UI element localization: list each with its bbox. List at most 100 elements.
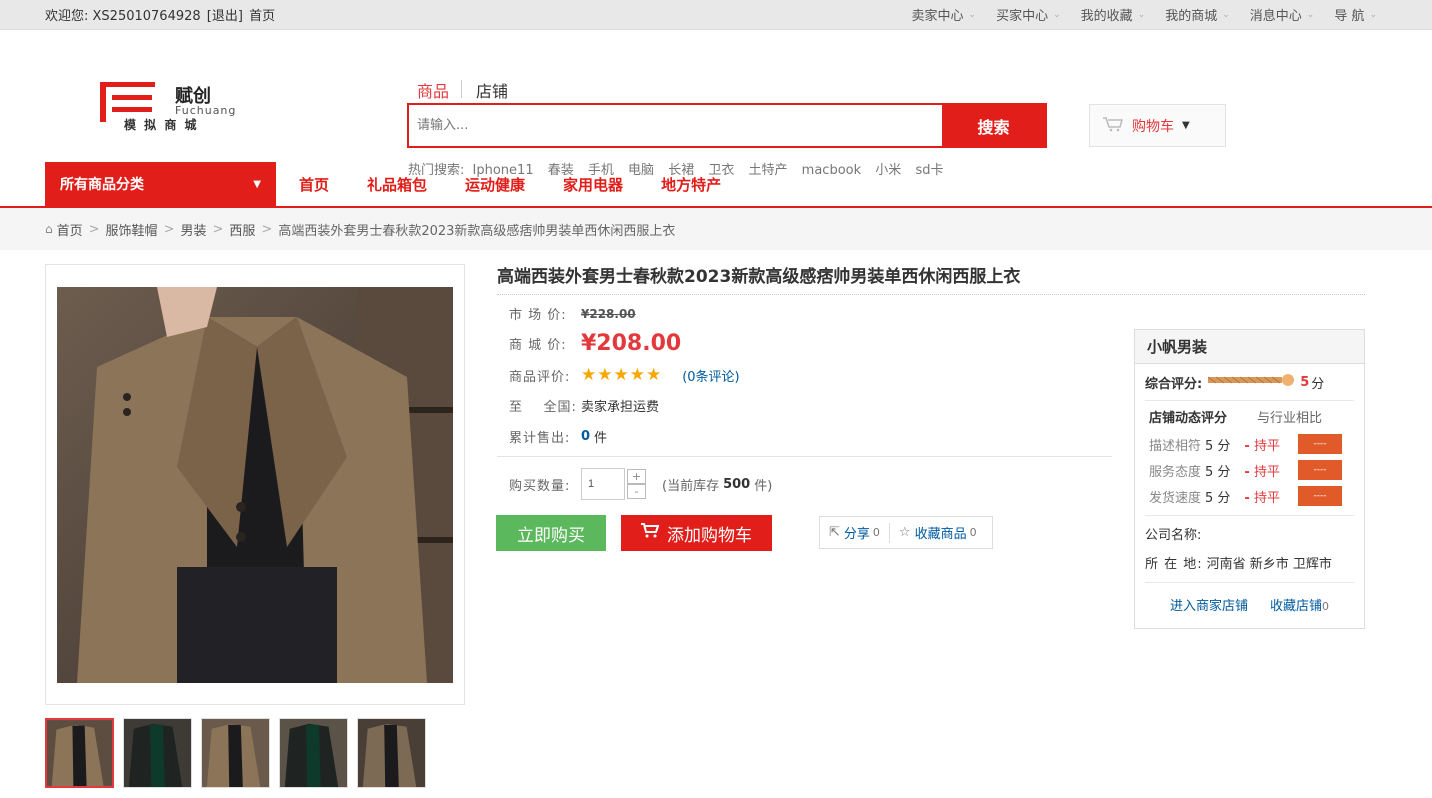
- header: 赋创 Fuchuang 模 拟 商 城 商品 店铺 搜索 热门搜索: Iphon…: [0, 30, 1432, 178]
- search-input[interactable]: [409, 105, 942, 146]
- my-mall-menu[interactable]: 我的商城 ⌄: [1155, 5, 1240, 24]
- market-price-value: ¥228.00: [581, 306, 636, 321]
- star-outline-icon: ☆: [898, 525, 911, 540]
- nav-link-gift-bags[interactable]: 礼品箱包: [367, 174, 427, 195]
- thumbnail[interactable]: [45, 718, 114, 788]
- share-icon: ⇱: [829, 525, 840, 540]
- quantity-label: 购买数量:: [509, 478, 571, 494]
- stock-prefix: (当前库存: [662, 478, 720, 494]
- seller-center-menu[interactable]: 卖家中心 ⌄: [902, 5, 987, 24]
- compare-bar: ----: [1297, 486, 1342, 506]
- all-categories-button[interactable]: 所有商品分类 ▼: [45, 162, 276, 206]
- add-to-cart-label: 添加购物车: [667, 525, 752, 546]
- nav-link-local-specialty[interactable]: 地方特产: [661, 174, 721, 195]
- home-icon: ⌂: [45, 222, 53, 236]
- dynamic-score-title: 店铺动态评分: [1149, 410, 1228, 426]
- welcome-text: 欢迎您: XS25010764928: [45, 9, 201, 24]
- shop-links: 进入商家店铺 收藏店铺0: [1135, 583, 1364, 625]
- trend-flat: - 持平: [1244, 490, 1280, 506]
- nav-link-home[interactable]: 首页: [299, 174, 329, 195]
- rating-bar-icon: [1207, 373, 1296, 391]
- enter-shop-link[interactable]: 进入商家店铺: [1170, 595, 1248, 614]
- cart-icon: [1102, 116, 1124, 136]
- sold-row: 累计售出: 0 件: [509, 427, 607, 446]
- overall-score-value: 5: [1300, 374, 1310, 390]
- decrement-button[interactable]: -: [627, 484, 646, 499]
- breadcrumb-item[interactable]: 男装: [180, 220, 206, 239]
- welcome-area: 欢迎您: XS25010764928 [退出] 首页: [45, 5, 277, 24]
- breadcrumb-item[interactable]: 西服: [229, 220, 255, 239]
- increment-button[interactable]: +: [627, 469, 646, 484]
- score-row-shipping: 发货速度 5 分 - 持平 ----: [1135, 483, 1364, 509]
- industry-compare-title: 与行业相比: [1257, 410, 1323, 426]
- cart-button[interactable]: 购物车 ▼: [1089, 104, 1226, 147]
- score-label: 发货速度: [1149, 490, 1202, 506]
- tab-shop[interactable]: 店铺: [476, 78, 520, 102]
- favorite-product-button[interactable]: ☆ 收藏商品 0: [890, 523, 986, 542]
- navigation-menu[interactable]: 导 航 ⌄: [1324, 5, 1387, 24]
- breadcrumb-item[interactable]: 首页: [57, 220, 83, 239]
- breadcrumb-item[interactable]: 服饰鞋帽: [106, 220, 158, 239]
- rating-row: 商品评价: ★★★★★ (0条评论): [509, 365, 740, 385]
- tab-goods[interactable]: 商品: [417, 78, 461, 102]
- add-to-cart-button[interactable]: 添加购物车: [621, 515, 772, 551]
- compare-bar: ----: [1297, 460, 1342, 480]
- buy-now-button[interactable]: 立即购买: [496, 515, 606, 551]
- shop-name[interactable]: 小帆男装: [1135, 330, 1364, 364]
- top-bar: 欢迎您: XS25010764928 [退出] 首页 卖家中心 ⌄ 买家中心 ⌄ 我…: [0, 0, 1432, 30]
- shipping-row: 至 全国: 卖家承担运费: [509, 396, 659, 415]
- favorite-shop-link[interactable]: 收藏店铺0: [1270, 595, 1329, 614]
- score-value: 5 分: [1205, 438, 1231, 454]
- score-row-service: 服务态度 5 分 - 持平 ----: [1135, 457, 1364, 483]
- quantity-input[interactable]: [581, 468, 625, 500]
- thumbnail[interactable]: [279, 718, 348, 788]
- market-price-label: 市 场 价:: [509, 308, 567, 323]
- search-button[interactable]: 搜索: [942, 105, 1045, 146]
- mall-price-row: 商 城 价: ¥208.00: [509, 331, 681, 356]
- product-main-image[interactable]: [57, 286, 453, 683]
- overall-score-row: 综合评分: 5 分: [1135, 364, 1364, 400]
- sold-label: 累计售出:: [509, 431, 571, 446]
- shipping-value: 卖家承担运费: [581, 400, 660, 415]
- breadcrumb-separator: >: [163, 221, 175, 237]
- stock-value: 500: [723, 476, 751, 492]
- thumbnail[interactable]: [123, 718, 192, 788]
- home-link[interactable]: 首页: [249, 9, 275, 24]
- overall-score-label: 综合评分:: [1145, 376, 1203, 392]
- score-label: 服务态度: [1149, 464, 1202, 480]
- logout-link[interactable]: [退出]: [207, 9, 243, 24]
- chevron-down-icon: ⌄: [1306, 9, 1315, 20]
- breadcrumb-separator: >: [88, 221, 100, 237]
- chevron-down-icon: ⌄: [968, 9, 977, 20]
- my-favorites-menu[interactable]: 我的收藏 ⌄: [1071, 5, 1156, 24]
- site-logo[interactable]: 赋创 Fuchuang 模 拟 商 城: [100, 80, 270, 140]
- message-center-menu[interactable]: 消息中心 ⌄: [1240, 5, 1325, 24]
- thumbnail[interactable]: [357, 718, 426, 788]
- share-label: 分享: [843, 527, 870, 542]
- score-label: 描述相符: [1149, 438, 1202, 454]
- nav-link-appliances[interactable]: 家用电器: [563, 174, 623, 195]
- breadcrumb-separator: >: [261, 221, 273, 237]
- share-button[interactable]: ⇱ 分享 0: [820, 523, 889, 542]
- company-row: 公司名称:: [1135, 516, 1364, 550]
- dynamic-score-header: 店铺动态评分 与行业相比: [1135, 401, 1364, 431]
- trend-flat: - 持平: [1244, 438, 1280, 454]
- reviews-link[interactable]: (0条评论): [682, 366, 739, 385]
- star-rating-icon: ★★★★★: [581, 365, 663, 385]
- breadcrumb: ⌂ 首页 > 服饰鞋帽 > 男装 > 西服 > 高端西装外套男士春秋款2023新…: [0, 208, 1432, 250]
- shipping-label: 至 全国:: [509, 400, 577, 415]
- product-image-frame: [45, 264, 465, 705]
- chevron-down-icon: ⌄: [1369, 9, 1377, 20]
- quantity-row: 购买数量: + - (当前库存 500 件): [509, 468, 772, 500]
- quantity-stepper: + -: [627, 469, 646, 499]
- nav-link-sports-health[interactable]: 运动健康: [465, 174, 525, 195]
- main-nav: 所有商品分类 ▼ 首页 礼品箱包 运动健康 家用电器 地方特产: [0, 162, 1432, 208]
- nav-links: 首页 礼品箱包 运动健康 家用电器 地方特产: [299, 162, 759, 206]
- buyer-center-menu[interactable]: 买家中心 ⌄: [986, 5, 1071, 24]
- score-value: 5 分: [1205, 464, 1231, 480]
- search-box: 搜索: [407, 103, 1047, 148]
- location-value: 河南省 新乡市 卫辉市: [1206, 556, 1332, 572]
- thumbnail[interactable]: [201, 718, 270, 788]
- location-row: 所 在 地: 河南省 新乡市 卫辉市: [1135, 550, 1364, 574]
- favorite-product-label: 收藏商品: [914, 527, 967, 542]
